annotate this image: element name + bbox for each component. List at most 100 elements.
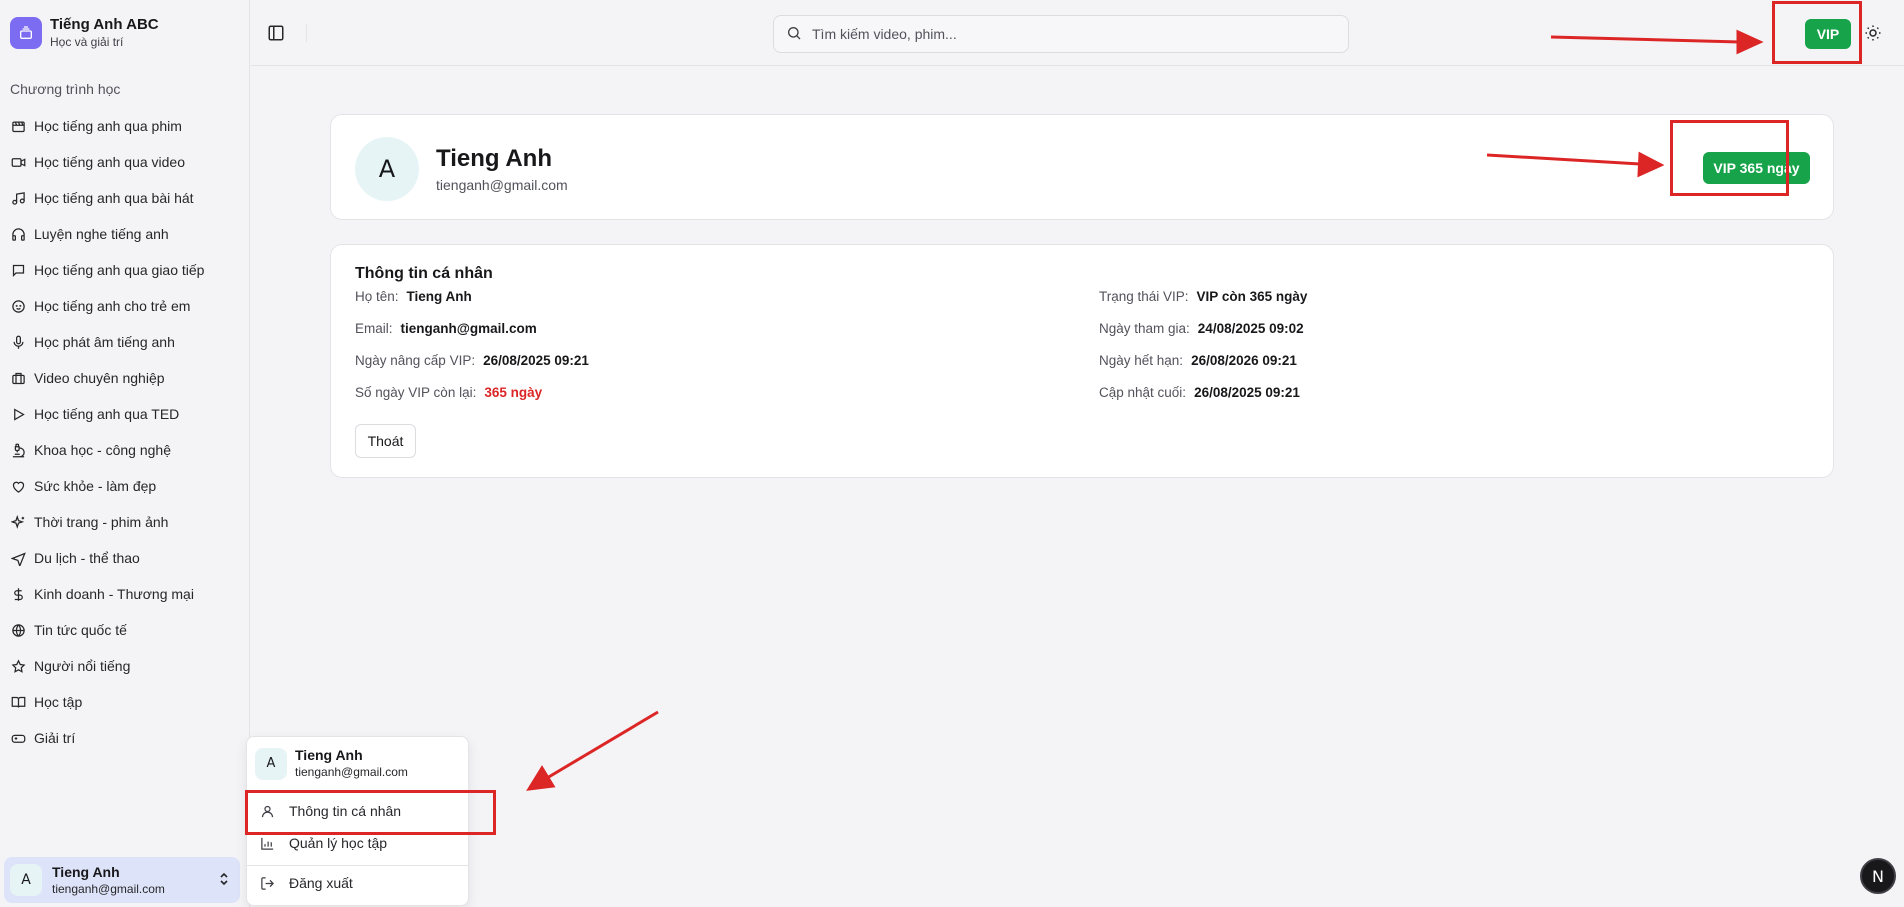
sidebar-item-label: Học tiếng anh qua video — [34, 154, 185, 170]
sidebar-item-label: Giải trí — [34, 730, 76, 746]
section-label: Chương trình học — [10, 81, 121, 97]
sidebar-item-label: Thời trang - phim ảnh — [34, 514, 169, 530]
sidebar-item-video[interactable]: Học tiếng anh qua video — [10, 144, 242, 180]
divider — [306, 24, 307, 42]
sidebar-item-label: Du lịch - thể thao — [34, 550, 140, 566]
sidebar-item-label: Luyện nghe tiếng anh — [34, 226, 169, 242]
sidebar-item-label: Người nổi tiếng — [34, 658, 131, 674]
info-row-last-updated: Cập nhật cuối: 26/08/2025 09:21 — [1099, 385, 1300, 400]
chevrons-up-down-icon — [218, 871, 230, 888]
bar-chart-icon — [259, 835, 275, 851]
info-row-vip-days-left: Số ngày VIP còn lại: 365 ngày — [355, 385, 542, 400]
search-icon — [786, 25, 802, 44]
sidebar-item-label: Tin tức quốc tế — [34, 622, 127, 638]
gamepad-icon — [10, 730, 26, 746]
sidebar-nav: Học tiếng anh qua phim Học tiếng anh qua… — [10, 108, 242, 756]
info-value: 26/08/2025 09:21 — [483, 353, 589, 368]
sidebar-item-label: Video chuyên nghiệp — [34, 370, 165, 386]
sidebar-item-communication[interactable]: Học tiếng anh qua giao tiếp — [10, 252, 242, 288]
user-menu-header: A Tieng Anh tienganh@gmail.com — [255, 747, 408, 780]
dev-tools-badge[interactable]: N — [1860, 858, 1896, 894]
sidebar-item-label: Sức khỏe - làm đẹp — [34, 478, 157, 494]
sidebar-item-fashion[interactable]: Thời trang - phim ảnh — [10, 504, 242, 540]
sidebar-item-label: Học tiếng anh qua TED — [34, 406, 180, 422]
sidebar-item-ted[interactable]: Học tiếng anh qua TED — [10, 396, 242, 432]
sidebar-toggle-icon[interactable] — [267, 24, 285, 42]
info-value: 26/08/2026 09:21 — [1191, 353, 1297, 368]
sidebar-item-business[interactable]: Kinh doanh - Thương mại — [10, 576, 242, 612]
annotation-box — [1670, 120, 1789, 196]
headphones-icon — [10, 226, 26, 242]
info-value: 365 ngày — [484, 385, 543, 400]
dollar-icon — [10, 586, 26, 602]
profile-avatar: A — [355, 137, 419, 201]
sparkles-icon — [10, 514, 26, 530]
play-icon — [10, 406, 26, 422]
message-icon — [10, 262, 26, 278]
info-value: 24/08/2025 09:02 — [1197, 321, 1304, 336]
sidebar-item-science[interactable]: Khoa học - công nghệ — [10, 432, 242, 468]
star-icon — [10, 658, 26, 674]
sidebar-item-travel[interactable]: Du lịch - thể thao — [10, 540, 242, 576]
info-key: Trạng thái VIP: — [1099, 289, 1189, 304]
baby-icon — [10, 298, 26, 314]
info-value: Tieng Anh — [406, 289, 472, 304]
info-row-fullname: Họ tên: Tieng Anh — [355, 289, 472, 304]
personal-info-card: Thông tin cá nhân Họ tên: Tieng Anh Emai… — [330, 244, 1834, 478]
info-key: Số ngày VIP còn lại: — [355, 385, 477, 400]
sidebar-item-movies[interactable]: Học tiếng anh qua phim — [10, 108, 242, 144]
info-row-join-date: Ngày tham gia: 24/08/2025 09:02 — [1099, 321, 1304, 336]
sun-icon[interactable] — [1864, 24, 1882, 42]
sidebar-item-label: Khoa học - công nghệ — [34, 442, 171, 458]
sidebar-item-kids[interactable]: Học tiếng anh cho trẻ em — [10, 288, 242, 324]
sidebar-item-health[interactable]: Sức khỏe - làm đẹp — [10, 468, 242, 504]
menu-item-logout[interactable]: Đăng xuất — [259, 875, 353, 891]
info-row-email: Email: tienganh@gmail.com — [355, 321, 537, 336]
info-key: Cập nhật cuối: — [1099, 385, 1187, 400]
sidebar-item-songs[interactable]: Học tiếng anh qua bài hát — [10, 180, 242, 216]
exit-button[interactable]: Thoát — [355, 424, 416, 458]
sidebar-item-label: Học tiếng anh qua phim — [34, 118, 182, 134]
user-name: Tieng Anh — [52, 863, 120, 880]
avatar: A — [10, 864, 42, 896]
film-icon — [10, 118, 26, 134]
brand[interactable]: Tiếng Anh ABC Học và giải trí — [10, 16, 159, 50]
profile-email: tienganh@gmail.com — [436, 177, 568, 193]
user-email: tienganh@gmail.com — [52, 881, 165, 896]
mic-icon — [10, 334, 26, 350]
sidebar-user-button[interactable]: A Tieng Anh tienganh@gmail.com — [4, 857, 240, 903]
annotation-box — [1772, 1, 1862, 64]
sidebar-item-professional[interactable]: Video chuyên nghiệp — [10, 360, 242, 396]
search-input[interactable] — [812, 26, 1312, 42]
topbar: VIP — [251, 0, 1904, 66]
sidebar-item-news[interactable]: Tin tức quốc tế — [10, 612, 242, 648]
info-value: VIP còn 365 ngày — [1196, 289, 1308, 304]
section-title: Thông tin cá nhân — [355, 265, 493, 282]
info-key: Ngày hết hạn: — [1099, 353, 1184, 368]
info-row-expiry-date: Ngày hết hạn: 26/08/2026 09:21 — [1099, 353, 1297, 368]
brand-logo-icon — [10, 17, 42, 49]
info-value: 26/08/2025 09:21 — [1194, 385, 1300, 400]
sidebar-item-pronunciation[interactable]: Học phát âm tiếng anh — [10, 324, 242, 360]
menu-item-learning[interactable]: Quản lý học tập — [259, 835, 387, 851]
sidebar-item-listening[interactable]: Luyện nghe tiếng anh — [10, 216, 242, 252]
info-row-vip-status: Trạng thái VIP: VIP còn 365 ngày — [1099, 289, 1307, 304]
sidebar-item-entertainment[interactable]: Giải trí — [10, 720, 242, 756]
microscope-icon — [10, 442, 26, 458]
profile-card: A Tieng Anh tienganh@gmail.com VIP 365 n… — [330, 114, 1834, 220]
sidebar-item-label: Học tập — [34, 694, 83, 710]
search-bar[interactable] — [773, 15, 1349, 53]
sidebar-item-label: Học tiếng anh cho trẻ em — [34, 298, 191, 314]
sidebar-item-study[interactable]: Học tập — [10, 684, 242, 720]
sidebar-item-label: Kinh doanh - Thương mại — [34, 586, 194, 602]
sidebar-item-label: Học tiếng anh qua giao tiếp — [34, 262, 205, 278]
profile-name: Tieng Anh — [436, 145, 552, 172]
info-value: tienganh@gmail.com — [400, 321, 537, 336]
video-icon — [10, 154, 26, 170]
info-row-vip-upgrade-date: Ngày nâng cấp VIP: 26/08/2025 09:21 — [355, 353, 589, 368]
brand-title: Tiếng Anh ABC — [50, 16, 159, 33]
info-key: Họ tên: — [355, 289, 399, 304]
info-key: Ngày tham gia: — [1099, 321, 1190, 336]
sidebar-item-celebrities[interactable]: Người nổi tiếng — [10, 648, 242, 684]
brand-subtitle: Học và giải trí — [50, 35, 124, 49]
